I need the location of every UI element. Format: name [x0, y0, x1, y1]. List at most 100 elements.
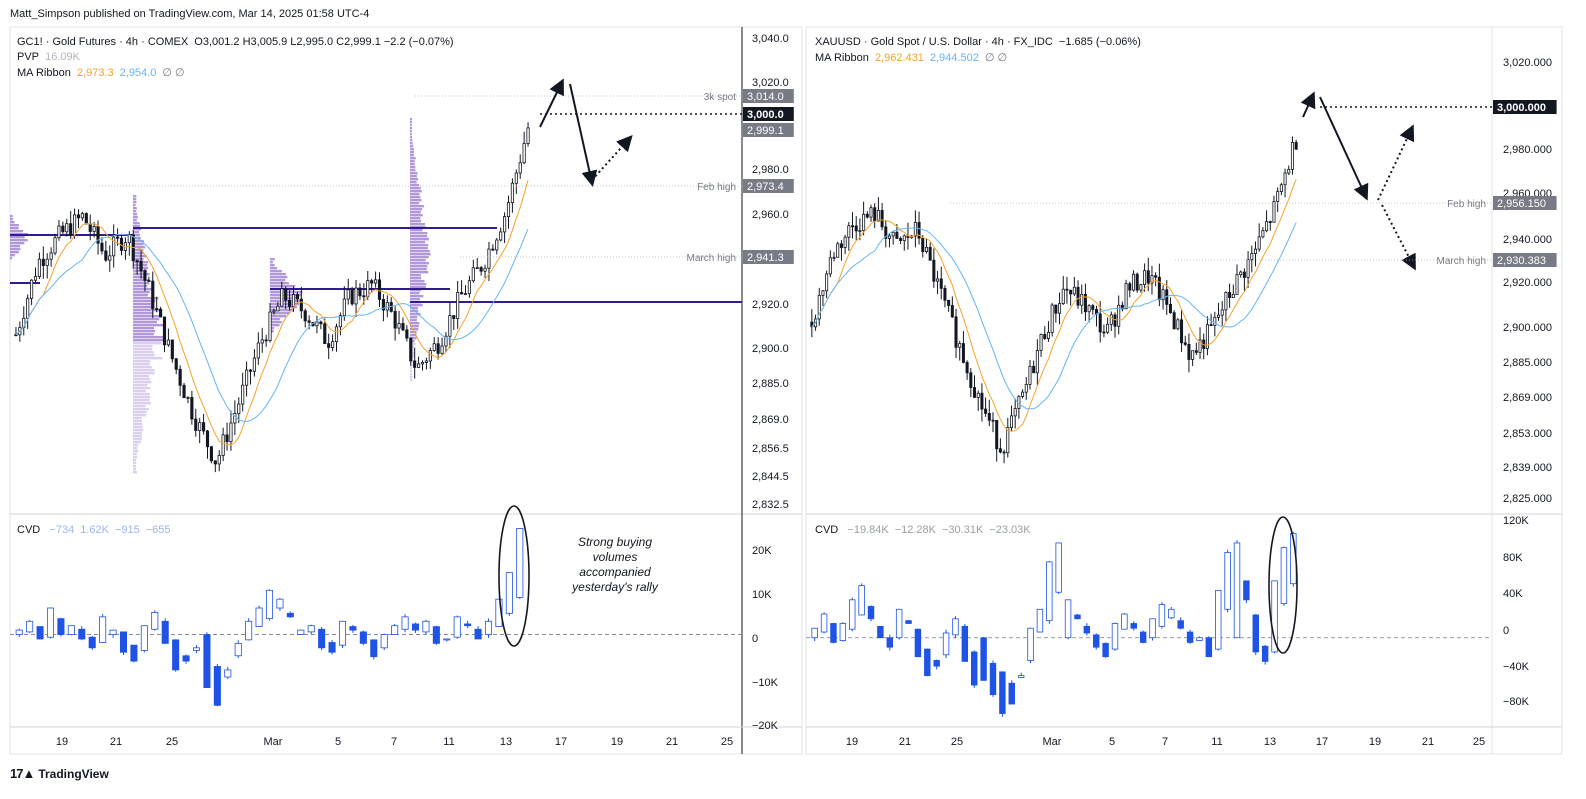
- right-cvd-bar: [1215, 589, 1222, 650]
- vp-bar-4: [410, 205, 424, 208]
- gc-candle: [432, 343, 436, 351]
- left-cvd-bar: [99, 616, 107, 643]
- right-cvd-bar: [914, 628, 922, 658]
- right-cvd-v3: −23.03K: [989, 524, 1031, 536]
- vp-bar-2: [133, 453, 137, 456]
- vp-bar-2: [133, 390, 146, 393]
- right-cvd-bar: [1158, 604, 1166, 627]
- right-cvd-bar: [989, 662, 997, 695]
- right-price-tick: 2,825.000: [1503, 493, 1552, 505]
- left-cvd-bar: [67, 625, 75, 635]
- right-price-tick: 2,920.000: [1503, 277, 1552, 289]
- vp-bar-4: [410, 193, 420, 196]
- right-cvd-label: CVD: [815, 524, 839, 536]
- xau-candle: [965, 362, 969, 374]
- xau-candle: [1268, 221, 1272, 223]
- vp-bar-2: [133, 360, 151, 363]
- vp-bar-4: [410, 253, 431, 256]
- vp-bar-3: [270, 282, 289, 285]
- gc-candle: [45, 258, 49, 266]
- left-ma-label: MA Ribbon: [17, 67, 71, 79]
- vp-bar-4: [410, 157, 416, 160]
- xau-candle: [928, 246, 932, 261]
- vp-bar-4: [410, 163, 415, 166]
- left-marker-3000-value: 3,000.0: [747, 109, 784, 121]
- xau-candle: [1043, 334, 1047, 339]
- xau-candle: [947, 299, 951, 306]
- right-marker-feb-label: Feb high: [1447, 199, 1486, 210]
- vp-bar-2: [133, 219, 137, 222]
- xau-candle: [1168, 303, 1172, 314]
- gc-candle: [276, 305, 280, 312]
- xau-candle: [1128, 283, 1132, 291]
- vp-bar-4: [410, 277, 422, 280]
- vp-bar-4: [410, 196, 421, 199]
- left-cvd-bar: [224, 669, 232, 678]
- xau-candle: [858, 230, 862, 232]
- left-cvd-bar: [265, 589, 274, 620]
- right-cvd-tick: −80K: [1503, 696, 1530, 708]
- right-cvd-bar: [980, 637, 987, 681]
- left-cvd-bar: [307, 625, 315, 633]
- vp-bar-2: [133, 291, 150, 294]
- vp-bar-4: [410, 235, 428, 238]
- xau-candle: [880, 210, 884, 228]
- right-cvd-tick: 80K: [1503, 552, 1523, 564]
- gc-candle: [26, 297, 30, 319]
- xau-candle: [973, 387, 977, 398]
- left-price-tick: 2,920.0: [752, 299, 789, 311]
- right-cvd-tick: −40K: [1503, 661, 1530, 673]
- gc-candle: [452, 315, 456, 319]
- xau-candle: [1231, 294, 1235, 299]
- vp-bar-4: [410, 154, 414, 157]
- right-cvd-bar: [952, 618, 959, 636]
- right-ma-label: MA Ribbon: [815, 52, 869, 64]
- tradingview-logo[interactable]: 17▲ TradingView: [10, 766, 109, 781]
- gc-candle: [417, 363, 421, 368]
- gc-candle: [463, 293, 468, 296]
- gc-candle: [456, 292, 460, 319]
- vp-bar-2: [133, 201, 137, 204]
- gc-candle: [370, 280, 374, 284]
- xau-candle: [969, 372, 973, 388]
- right-x-tick: 13: [1264, 736, 1276, 748]
- xau-candle: [1172, 312, 1176, 330]
- right-cvd-bar: [849, 599, 856, 630]
- vp-bar-2: [133, 345, 153, 348]
- xau-candle: [958, 343, 962, 348]
- vp-bar-2: [133, 408, 149, 411]
- left-marker-march-value: 2,941.3: [747, 252, 784, 264]
- gc-candle: [100, 242, 104, 252]
- gc-candle: [288, 299, 292, 307]
- vp-bar-2: [133, 384, 148, 387]
- xau-candle: [1224, 291, 1228, 311]
- gc-candle: [264, 339, 268, 342]
- left-cvd-tick: −10K: [752, 677, 779, 689]
- right-cvd-tick: 40K: [1503, 588, 1523, 600]
- vp-bar-2: [133, 198, 137, 201]
- gc-candle: [295, 294, 299, 300]
- vp-bar-4: [410, 256, 429, 259]
- gc-candle: [397, 323, 401, 329]
- xau-candle: [1290, 142, 1294, 170]
- left-price-tick: 2,980.0: [752, 164, 789, 176]
- xau-candle: [1176, 319, 1180, 330]
- left-x-tick: 25: [166, 736, 178, 748]
- vp-bar-4: [410, 133, 412, 136]
- gc-candle: [33, 276, 38, 281]
- left-cvd-bar: [422, 620, 430, 633]
- vp-bar-4: [410, 124, 412, 127]
- vp-bar-3: [270, 279, 286, 282]
- right-price-tick: 3,020.000: [1503, 57, 1552, 69]
- left-cvd-bar: [130, 644, 138, 662]
- right-x-tick: 21: [1422, 736, 1434, 748]
- vp-bar-4: [410, 304, 423, 307]
- left-cvd-bar: [411, 623, 420, 631]
- vp-bar-4: [410, 262, 429, 265]
- vp-bar-4: [410, 370, 412, 373]
- gc-candle: [73, 214, 77, 236]
- vp-bar-2: [133, 324, 164, 327]
- chart-canvas[interactable]: 3,040.0 3,020.0 2,980.0 2,960.0 2,920.0 2,900…: [0, 0, 1586, 799]
- vp-bar-2: [133, 318, 160, 321]
- right-cvd-bar: [1280, 547, 1288, 605]
